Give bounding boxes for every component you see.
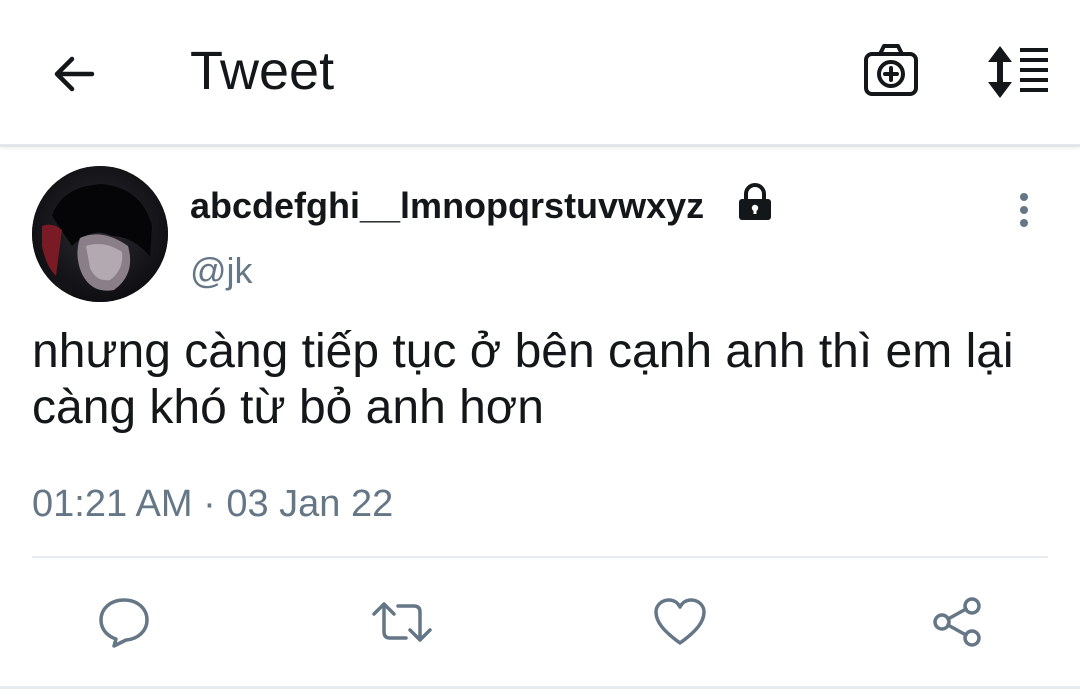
- reply-icon: [99, 598, 149, 648]
- camera-button[interactable]: [860, 42, 922, 102]
- arrow-left-icon: [54, 56, 95, 92]
- reply-button[interactable]: [96, 596, 152, 648]
- lock-icon: [735, 182, 775, 222]
- user-handle[interactable]: @jk: [190, 248, 253, 294]
- avatar[interactable]: [32, 166, 168, 302]
- top-app-bar: Tweet: [0, 0, 1080, 147]
- display-name[interactable]: abcdefghi__lmnopqrstuvwxyz: [190, 182, 704, 230]
- more-vertical-icon: [1020, 193, 1028, 227]
- camera-add-icon: [864, 44, 918, 96]
- bottom-divider: [0, 686, 1080, 689]
- sort-button[interactable]: [980, 42, 1052, 102]
- share-button[interactable]: [930, 596, 986, 648]
- share-icon: [933, 597, 981, 647]
- sort-list-icon: [988, 46, 1048, 98]
- tweet-timestamp: 01:21 AM · 03 Jan 22: [32, 483, 394, 525]
- page-title: Tweet: [190, 41, 335, 101]
- heart-icon: [654, 598, 706, 645]
- retweet-icon: [372, 602, 432, 642]
- more-options-button[interactable]: [1006, 188, 1042, 236]
- retweet-button[interactable]: [370, 596, 434, 648]
- back-button[interactable]: [46, 46, 102, 102]
- profile-photo: [32, 166, 168, 302]
- divider: [32, 556, 1048, 558]
- tweet-text: nhưng càng tiếp tục ở bên cạnh anh thì e…: [32, 325, 1014, 434]
- like-button[interactable]: [652, 596, 708, 648]
